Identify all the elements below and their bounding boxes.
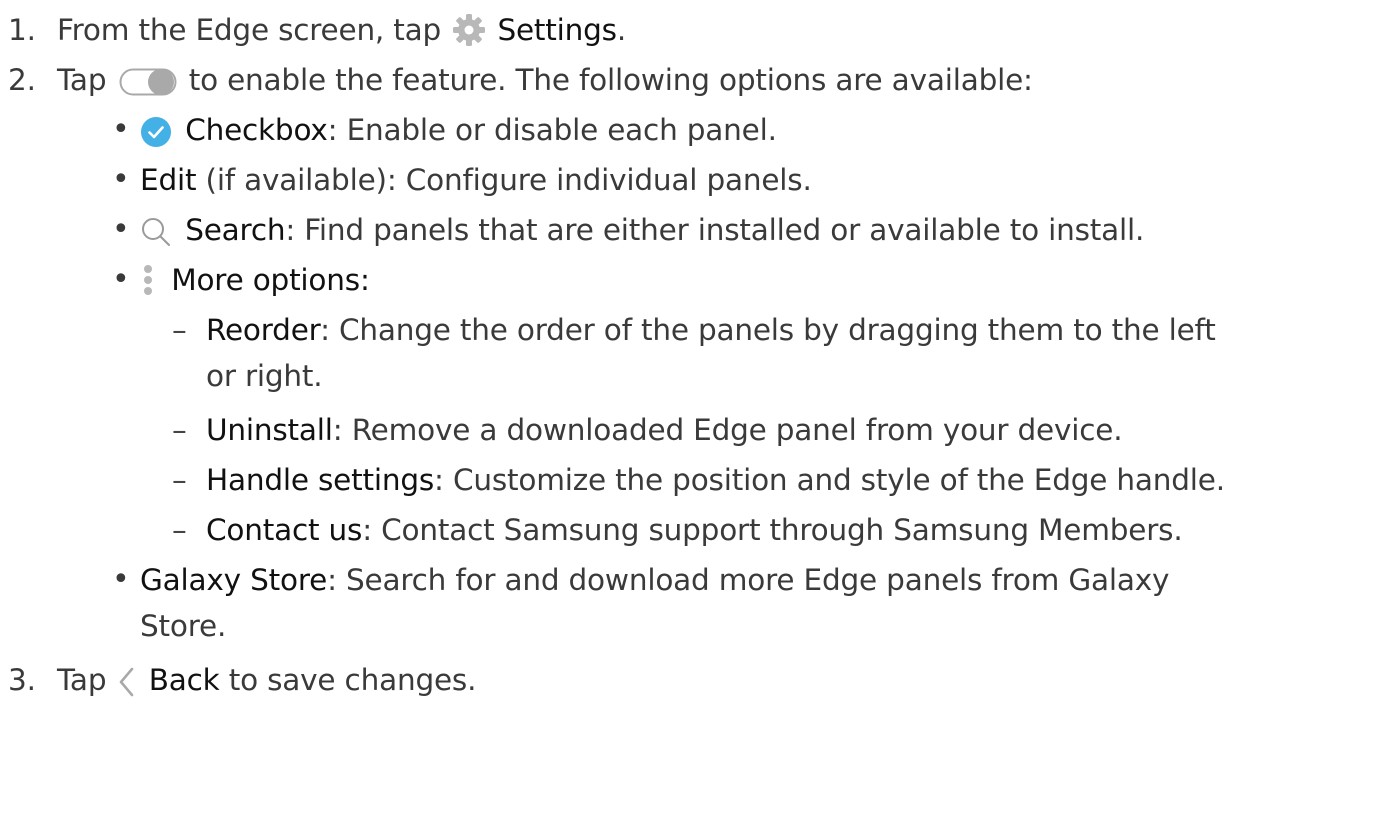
- step-text: Tap Back to save changes.: [57, 655, 476, 705]
- bullet-text-line2: Store.: [140, 609, 227, 643]
- step-suffix: .: [616, 13, 627, 47]
- subitem-text: Reorder: Change the order of the panels …: [206, 305, 1216, 355]
- step-text: Tap to enable the feature. The following…: [57, 55, 1033, 105]
- dash-marker: –: [172, 463, 187, 497]
- bullet-marker: •: [112, 112, 130, 147]
- subitem-text: Handle settings: Customize the position …: [206, 455, 1225, 505]
- subitem-description: : Contact Samsung support through Samsun…: [362, 513, 1183, 547]
- galaxy-store-label: Galaxy Store: [140, 563, 328, 597]
- step-number: 2.: [8, 63, 36, 97]
- bullet-marker: •: [112, 262, 130, 297]
- bullet-description: (if available): Configure individual pan…: [196, 163, 812, 197]
- subitem-text: Contact us: Contact Samsung support thro…: [206, 505, 1183, 555]
- dash-marker: –: [172, 513, 187, 547]
- bullet-description: : Search for and download more Edge pane…: [327, 563, 1170, 597]
- step-suffix: to save changes.: [228, 663, 477, 697]
- dash-marker: –: [172, 413, 187, 447]
- edit-label: Edit: [140, 163, 197, 197]
- subitem-text: Uninstall: Remove a downloaded Edge pane…: [206, 405, 1123, 455]
- back-label: Back: [148, 663, 220, 697]
- bullet-text: More options:: [140, 255, 370, 305]
- bullet-marker: •: [112, 162, 130, 197]
- step-number: 1.: [8, 13, 36, 47]
- bullet-text: Edit (if available): Configure individua…: [140, 155, 812, 205]
- settings-label: Settings: [497, 13, 617, 47]
- step-prefix: From the Edge screen, tap: [57, 13, 442, 47]
- subitem-description: : Customize the position and style of th…: [434, 463, 1225, 497]
- instruction-page: 1. From the Edge screen, tap Settings. 2…: [0, 0, 1386, 840]
- bullet-marker: •: [112, 562, 130, 597]
- bullet-description: : Find panels that are either installed …: [285, 213, 1145, 247]
- step-prefix: Tap: [57, 63, 107, 97]
- checkbox-label: Checkbox: [185, 113, 328, 147]
- dash-marker: –: [172, 313, 187, 347]
- bullet-marker: •: [112, 212, 130, 247]
- contact-us-label: Contact us: [206, 513, 363, 547]
- checkbox-icon: [140, 113, 172, 147]
- more-options-label: More options: [171, 263, 360, 297]
- search-icon: [140, 213, 172, 246]
- reorder-label: Reorder: [206, 313, 321, 347]
- bullet-description: : Enable or disable each panel.: [327, 113, 777, 147]
- subitem-description: : Change the order of the panels by drag…: [320, 313, 1216, 347]
- step-text: From the Edge screen, tap Settings.: [57, 5, 626, 55]
- bullet-text: Search: Find panels that are either inst…: [140, 205, 1144, 255]
- toggle-switch-icon: [119, 63, 177, 95]
- subitem-description: : Remove a downloaded Edge panel from yo…: [332, 413, 1123, 447]
- uninstall-label: Uninstall: [206, 413, 333, 447]
- settings-gear-icon: [452, 12, 486, 46]
- search-label: Search: [185, 213, 286, 247]
- subitem-text-line2: or right.: [206, 359, 323, 393]
- bullet-text: Galaxy Store: Search for and download mo…: [140, 555, 1170, 605]
- more-options-colon: :: [359, 263, 370, 297]
- more-options-icon: [140, 262, 156, 296]
- handle-settings-label: Handle settings: [206, 463, 435, 497]
- step-number: 3.: [8, 663, 36, 697]
- step-suffix: to enable the feature. The following opt…: [188, 63, 1033, 97]
- back-chevron-icon: [116, 663, 136, 696]
- bullet-text: Checkbox: Enable or disable each panel.: [140, 105, 777, 155]
- step-prefix: Tap: [57, 663, 107, 697]
